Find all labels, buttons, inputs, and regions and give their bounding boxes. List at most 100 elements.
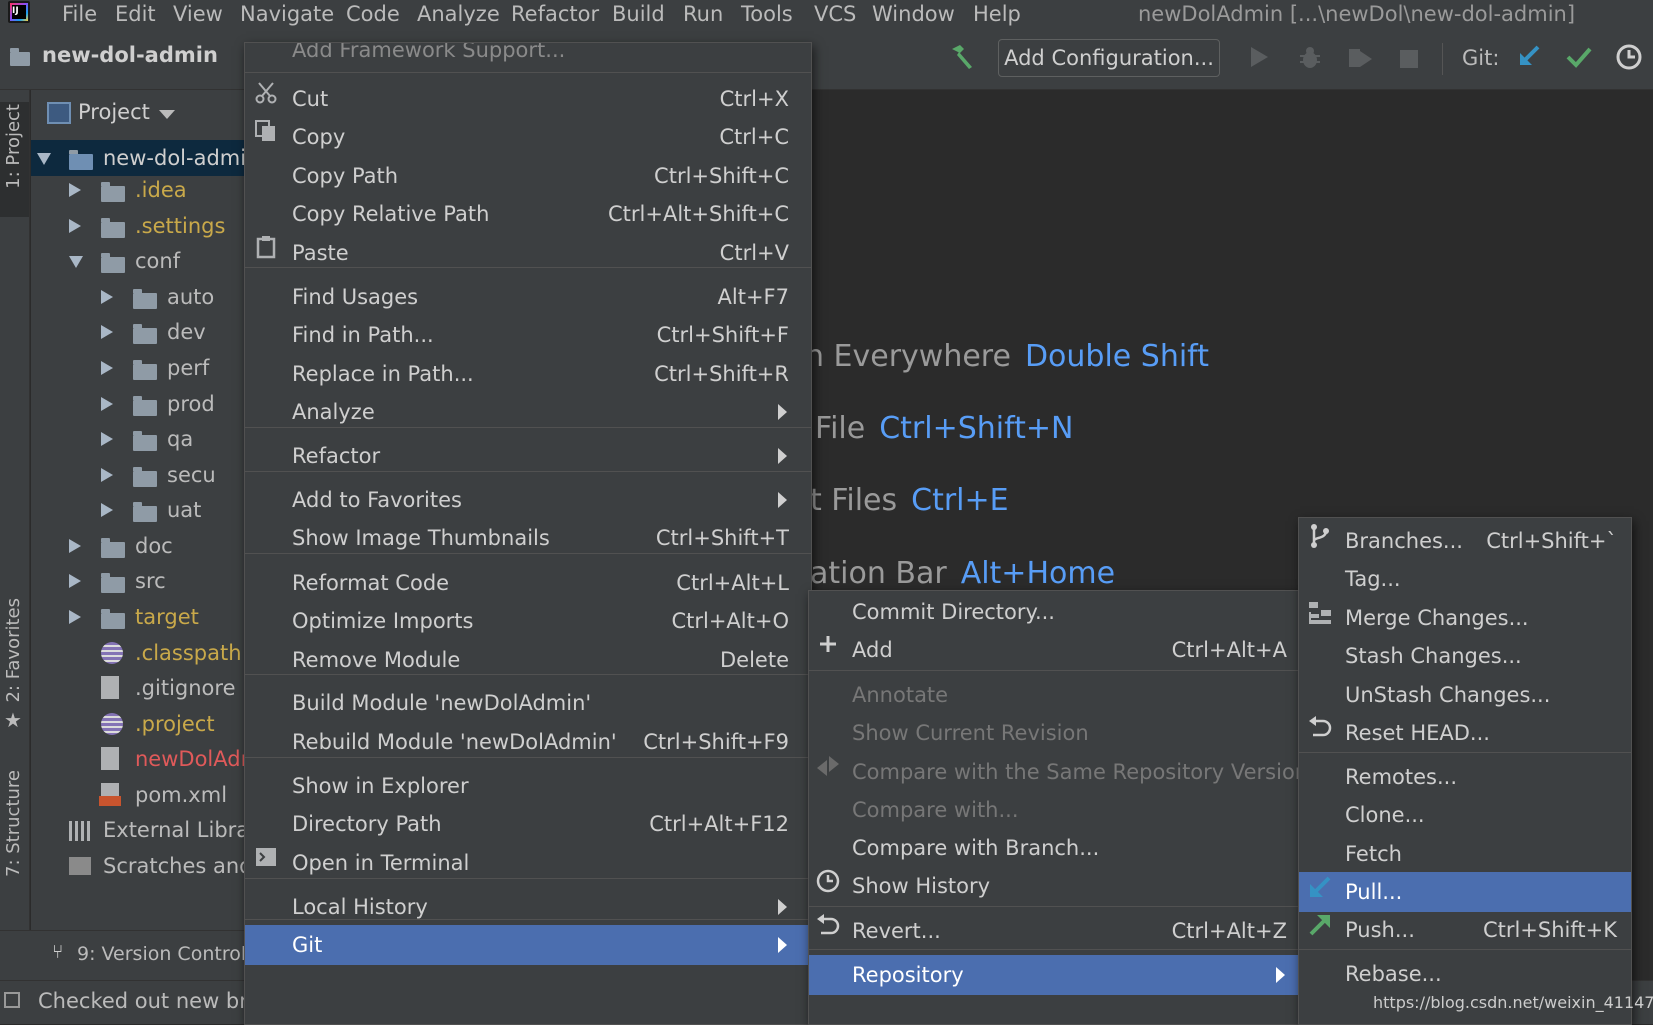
menu-item-refactor[interactable]: Refactor bbox=[245, 436, 811, 476]
menu-item-clone[interactable]: Clone... bbox=[1299, 795, 1631, 835]
tree-node-new-dol-admi[interactable]: new-dol-admi bbox=[31, 140, 246, 176]
menu-window[interactable]: Window bbox=[872, 0, 955, 29]
expand-arrow-right-icon[interactable] bbox=[101, 468, 113, 482]
favorites-tool-tab[interactable]: 2: Favorites bbox=[3, 598, 24, 703]
tree-node-scratches-and[interactable]: Scratches and bbox=[31, 848, 246, 884]
menu-code[interactable]: Code bbox=[346, 0, 400, 29]
menu-item-copy[interactable]: Copy Ctrl+C bbox=[245, 117, 811, 157]
expand-arrow-right-icon[interactable] bbox=[101, 290, 113, 304]
tree-node-dev[interactable]: dev bbox=[31, 314, 246, 350]
expand-arrow-right-icon[interactable] bbox=[69, 183, 81, 197]
expand-arrow-right-icon[interactable] bbox=[101, 361, 113, 375]
menu-item-find-in-path[interactable]: Find in Path... Ctrl+Shift+F bbox=[245, 315, 811, 355]
menu-analyze[interactable]: Analyze bbox=[417, 0, 500, 29]
menu-item-annotate[interactable]: Annotate bbox=[809, 675, 1301, 715]
menu-item-replace-in-path[interactable]: Replace in Path... Ctrl+Shift+R bbox=[245, 354, 811, 394]
menu-item-directory-path[interactable]: Directory Path Ctrl+Alt+F12 bbox=[245, 804, 811, 844]
expand-arrow-down-icon[interactable] bbox=[37, 153, 51, 165]
menu-item-pull[interactable]: Pull... bbox=[1299, 872, 1631, 912]
menu-refactor[interactable]: Refactor bbox=[511, 0, 599, 29]
menu-item-compare-with[interactable]: Compare with... bbox=[809, 790, 1301, 830]
menu-view[interactable]: View bbox=[173, 0, 223, 29]
menu-item-local-history[interactable]: Local History bbox=[245, 887, 811, 927]
expand-arrow-right-icon[interactable] bbox=[69, 219, 81, 233]
menu-item-find-usages[interactable]: Find Usages Alt+F7 bbox=[245, 277, 811, 317]
expand-arrow-right-icon[interactable] bbox=[101, 397, 113, 411]
menu-item-merge-changes[interactable]: Merge Changes... bbox=[1299, 598, 1631, 638]
menu-item-revert[interactable]: Revert... Ctrl+Alt+Z bbox=[809, 911, 1301, 951]
menu-item-unstash-changes[interactable]: UnStash Changes... bbox=[1299, 675, 1631, 715]
menu-item-show-in-explorer[interactable]: Show in Explorer bbox=[245, 766, 811, 806]
tree-node-target[interactable]: target bbox=[31, 599, 246, 635]
commit-check-icon[interactable] bbox=[1565, 43, 1593, 77]
menu-navigate[interactable]: Navigate bbox=[240, 0, 334, 29]
tree-node-settings[interactable]: .settings bbox=[31, 208, 246, 244]
expand-arrow-right-icon[interactable] bbox=[69, 574, 81, 588]
tree-node-prod[interactable]: prod bbox=[31, 386, 246, 422]
version-control-tab[interactable]: 9: Version Control bbox=[77, 943, 246, 965]
menu-file[interactable]: File bbox=[62, 0, 97, 29]
build-hammer-icon[interactable] bbox=[948, 43, 976, 77]
menu-item-reformat-code[interactable]: Reformat Code Ctrl+Alt+L bbox=[245, 563, 811, 603]
menu-item-git[interactable]: Git bbox=[245, 925, 811, 965]
status-toggle-icon[interactable] bbox=[4, 992, 20, 1008]
menu-item-tag[interactable]: Tag... bbox=[1299, 559, 1631, 599]
expand-arrow-right-icon[interactable] bbox=[69, 539, 81, 553]
tree-node-auto[interactable]: auto bbox=[31, 279, 246, 315]
menu-edit[interactable]: Edit bbox=[115, 0, 156, 29]
structure-tool-tab[interactable]: 7: Structure bbox=[3, 770, 24, 877]
tree-node-secu[interactable]: secu bbox=[31, 457, 246, 493]
menu-item-copy-relative-path[interactable]: Copy Relative Path Ctrl+Alt+Shift+C bbox=[245, 194, 811, 234]
menu-item-remotes[interactable]: Remotes... bbox=[1299, 757, 1631, 797]
menu-run[interactable]: Run bbox=[683, 0, 723, 29]
menu-item-rebuild-module-newdoladmin[interactable]: Rebuild Module 'newDolAdmin' Ctrl+Shift+F… bbox=[245, 722, 811, 762]
menu-item-rebase[interactable]: Rebase... bbox=[1299, 954, 1631, 994]
tree-node-external-librar[interactable]: External Librar bbox=[31, 812, 246, 848]
menu-item-show-history[interactable]: Show History bbox=[809, 866, 1301, 906]
tree-node-idea[interactable]: .idea bbox=[31, 172, 246, 208]
menu-item-build-module-newdoladmin[interactable]: Build Module 'newDolAdmin' bbox=[245, 683, 811, 723]
menu-help[interactable]: Help bbox=[973, 0, 1021, 29]
menu-item-compare-with-branch[interactable]: Compare with Branch... bbox=[809, 828, 1301, 868]
menu-item-add-framework-support[interactable]: Add Framework Support... bbox=[245, 43, 811, 75]
menu-item-compare-with-the-same-repository-version[interactable]: Compare with the Same Repository Version bbox=[809, 752, 1308, 792]
tree-node-pom-xml[interactable]: pom.xml bbox=[31, 777, 246, 813]
menu-item-add-to-favorites[interactable]: Add to Favorites bbox=[245, 480, 811, 520]
tree-node-qa[interactable]: qa bbox=[31, 421, 246, 457]
menu-item-optimize-imports[interactable]: Optimize Imports Ctrl+Alt+O bbox=[245, 601, 811, 641]
chevron-down-icon[interactable] bbox=[159, 110, 175, 119]
tree-node-uat[interactable]: uat bbox=[31, 492, 246, 528]
expand-arrow-right-icon[interactable] bbox=[101, 325, 113, 339]
menu-item-copy-path[interactable]: Copy Path Ctrl+Shift+C bbox=[245, 156, 811, 196]
tree-node-perf[interactable]: perf bbox=[31, 350, 246, 386]
expand-arrow-down-icon[interactable] bbox=[69, 256, 83, 268]
menu-item-reset-head[interactable]: Reset HEAD... bbox=[1299, 713, 1631, 753]
menu-item-fetch[interactable]: Fetch bbox=[1299, 834, 1631, 874]
update-project-icon[interactable] bbox=[1516, 43, 1542, 77]
expand-arrow-right-icon[interactable] bbox=[101, 503, 113, 517]
tree-node-newdolad[interactable]: newDolAdı bbox=[31, 741, 246, 777]
menu-item-push[interactable]: Push... Ctrl+Shift+K bbox=[1299, 910, 1631, 950]
coverage-icon[interactable] bbox=[1346, 45, 1374, 77]
menu-item-branches[interactable]: Branches... Ctrl+Shift+` bbox=[1299, 521, 1631, 561]
tree-node-classpath[interactable]: .classpath bbox=[31, 635, 246, 671]
expand-arrow-right-icon[interactable] bbox=[101, 432, 113, 446]
add-configuration-button[interactable]: Add Configuration... bbox=[998, 39, 1220, 77]
menu-item-stash-changes[interactable]: Stash Changes... bbox=[1299, 636, 1631, 676]
tree-node-src[interactable]: src bbox=[31, 563, 246, 599]
tree-node-project[interactable]: .project bbox=[31, 706, 246, 742]
expand-arrow-right-icon[interactable] bbox=[69, 610, 81, 624]
stop-icon[interactable] bbox=[1399, 47, 1419, 75]
menu-item-repository[interactable]: Repository bbox=[809, 955, 1301, 995]
menu-item-show-image-thumbnails[interactable]: Show Image Thumbnails Ctrl+Shift+T bbox=[245, 518, 811, 558]
intellij-app-icon[interactable] bbox=[8, 1, 30, 23]
menu-item-commit-directory[interactable]: Commit Directory... bbox=[809, 592, 1301, 632]
tree-node-gitignore[interactable]: .gitignore bbox=[31, 670, 246, 706]
menu-build[interactable]: Build bbox=[612, 0, 665, 29]
project-name[interactable]: new-dol-admin bbox=[42, 43, 218, 67]
menu-item-open-in-terminal[interactable]: Open in Terminal bbox=[245, 843, 811, 883]
menu-tools[interactable]: Tools bbox=[741, 0, 793, 29]
menu-item-cut[interactable]: Cut Ctrl+X bbox=[245, 79, 811, 119]
menu-item-analyze[interactable]: Analyze bbox=[245, 392, 811, 432]
project-tool-tab[interactable]: 1: Project bbox=[3, 104, 24, 189]
